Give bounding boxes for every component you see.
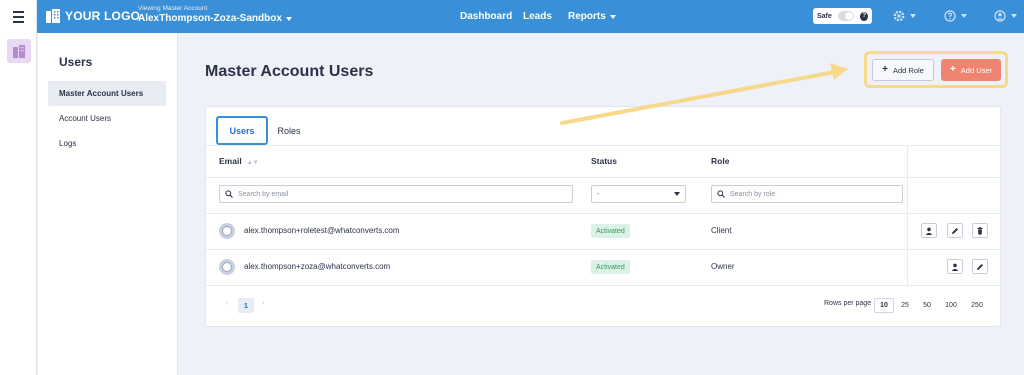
actions-divider: [907, 145, 908, 286]
avatar: [219, 259, 235, 275]
chevron-down-icon: [609, 14, 616, 19]
chevron-down-icon: [910, 14, 916, 18]
add-role-button[interactable]: + Add Role: [872, 59, 934, 81]
impersonate-user-button[interactable]: [921, 223, 937, 238]
divider: [206, 177, 1000, 178]
next-page-button[interactable]: ›: [262, 300, 264, 307]
menu-toggle-button[interactable]: [0, 0, 37, 33]
column-header-status: Status: [591, 156, 617, 166]
column-header-email[interactable]: Email ▲▼: [219, 156, 259, 166]
role-search-placeholder: Search by role: [730, 190, 776, 198]
row-role: Owner: [711, 262, 735, 271]
prev-page-button[interactable]: ‹: [226, 300, 228, 307]
safe-mode-toggle[interactable]: Safe ?: [813, 8, 872, 24]
edit-user-button[interactable]: [972, 259, 988, 274]
divider: [206, 249, 1000, 250]
sidebar-item-logs[interactable]: Logs: [48, 131, 166, 156]
sidebar-item-master-account-users[interactable]: Master Account Users: [48, 81, 166, 106]
logo-text: YOUR LOGO: [65, 9, 141, 23]
column-header-role: Role: [711, 156, 730, 166]
role-search-input[interactable]: Search by role: [711, 185, 903, 203]
add-user-button[interactable]: + Add User: [941, 59, 1001, 81]
search-icon: [717, 190, 725, 198]
rows-per-page-label: Rows per page: [824, 300, 872, 307]
building-icon: [13, 45, 25, 58]
sidebar-title: Users: [59, 55, 93, 69]
divider: [206, 285, 1000, 286]
sort-icon[interactable]: ▲▼: [247, 160, 259, 166]
plus-icon: +: [949, 64, 956, 75]
user-icon: [951, 263, 959, 271]
row-role: Client: [711, 226, 732, 235]
add-user-label: Add User: [960, 65, 993, 75]
user-icon: [925, 227, 933, 235]
logo[interactable]: YOUR LOGO: [46, 9, 140, 23]
sidebar-item-account-users[interactable]: Account Users: [48, 106, 166, 131]
page-title: Master Account Users: [205, 63, 374, 80]
account-switcher[interactable]: Viewing Master Account AlexThompson-Zoza…: [138, 5, 292, 24]
tab-users[interactable]: Users: [216, 116, 268, 145]
chevron-down-icon: [1011, 14, 1017, 18]
nav-dashboard[interactable]: Dashboard: [460, 11, 512, 22]
help-icon[interactable]: ?: [860, 11, 868, 21]
settings-menu[interactable]: [893, 10, 916, 22]
user-menu[interactable]: [994, 10, 1017, 22]
pencil-icon: [977, 263, 983, 270]
nav-leads[interactable]: Leads: [523, 11, 552, 22]
divider: [206, 145, 1000, 146]
edit-user-button[interactable]: [947, 223, 963, 238]
nav-reports-label: Reports: [568, 11, 606, 22]
rows-per-page-250[interactable]: 250: [966, 298, 988, 313]
plus-icon: +: [882, 64, 888, 75]
email-search-input[interactable]: Search by email: [219, 185, 573, 203]
status-badge: Activated: [591, 260, 630, 274]
status-badge: Activated: [591, 224, 630, 238]
toggle-switch[interactable]: [837, 11, 855, 21]
chevron-down-icon: [285, 16, 292, 21]
chevron-down-icon: [674, 192, 680, 196]
impersonate-user-button[interactable]: [947, 259, 963, 274]
account-switch-button[interactable]: [7, 39, 31, 63]
hamburger-icon: [12, 9, 24, 24]
building-logo-icon: [46, 9, 60, 23]
chevron-down-icon: [961, 14, 967, 18]
rows-per-page-100[interactable]: 100: [940, 298, 962, 313]
delete-user-button[interactable]: [972, 223, 988, 238]
nav-reports[interactable]: Reports: [568, 11, 616, 22]
app-rail: [0, 33, 37, 375]
row-email: alex.thompson+zoza@whatconverts.com: [244, 262, 391, 271]
rows-per-page-50[interactable]: 50: [919, 298, 935, 313]
page-1-button[interactable]: 1: [238, 298, 254, 313]
safe-label: Safe: [817, 12, 832, 20]
column-email-label: Email: [219, 156, 242, 166]
status-filter-value: -: [597, 190, 600, 198]
row-email: alex.thompson+roletest@whatconverts.com: [244, 226, 400, 235]
rows-per-page-25[interactable]: 25: [897, 298, 913, 313]
users-card: Users Roles Email ▲▼ Status Role Search b…: [205, 106, 1001, 327]
divider: [206, 213, 1000, 214]
account-name: AlexThompson-Zoza-Sandbox: [138, 13, 282, 24]
trash-icon: [977, 226, 983, 235]
users-sidebar: Users Master Account Users Account Users…: [38, 33, 178, 375]
account-sub-label: Viewing Master Account: [138, 5, 208, 12]
help-menu[interactable]: [944, 10, 967, 22]
email-search-placeholder: Search by email: [238, 190, 289, 198]
add-role-label: Add Role: [892, 65, 924, 75]
avatar: [219, 223, 235, 239]
tab-roles[interactable]: Roles: [268, 116, 310, 145]
question-circle-icon: [944, 10, 956, 22]
search-icon: [225, 190, 233, 198]
user-circle-icon: [994, 10, 1006, 22]
status-filter-select[interactable]: -: [591, 185, 686, 203]
rows-per-page-10[interactable]: 10: [874, 298, 894, 313]
pencil-icon: [952, 227, 958, 234]
gear-icon: [893, 10, 905, 22]
top-bar: YOUR LOGO Viewing Master Account AlexTho…: [0, 0, 1024, 33]
